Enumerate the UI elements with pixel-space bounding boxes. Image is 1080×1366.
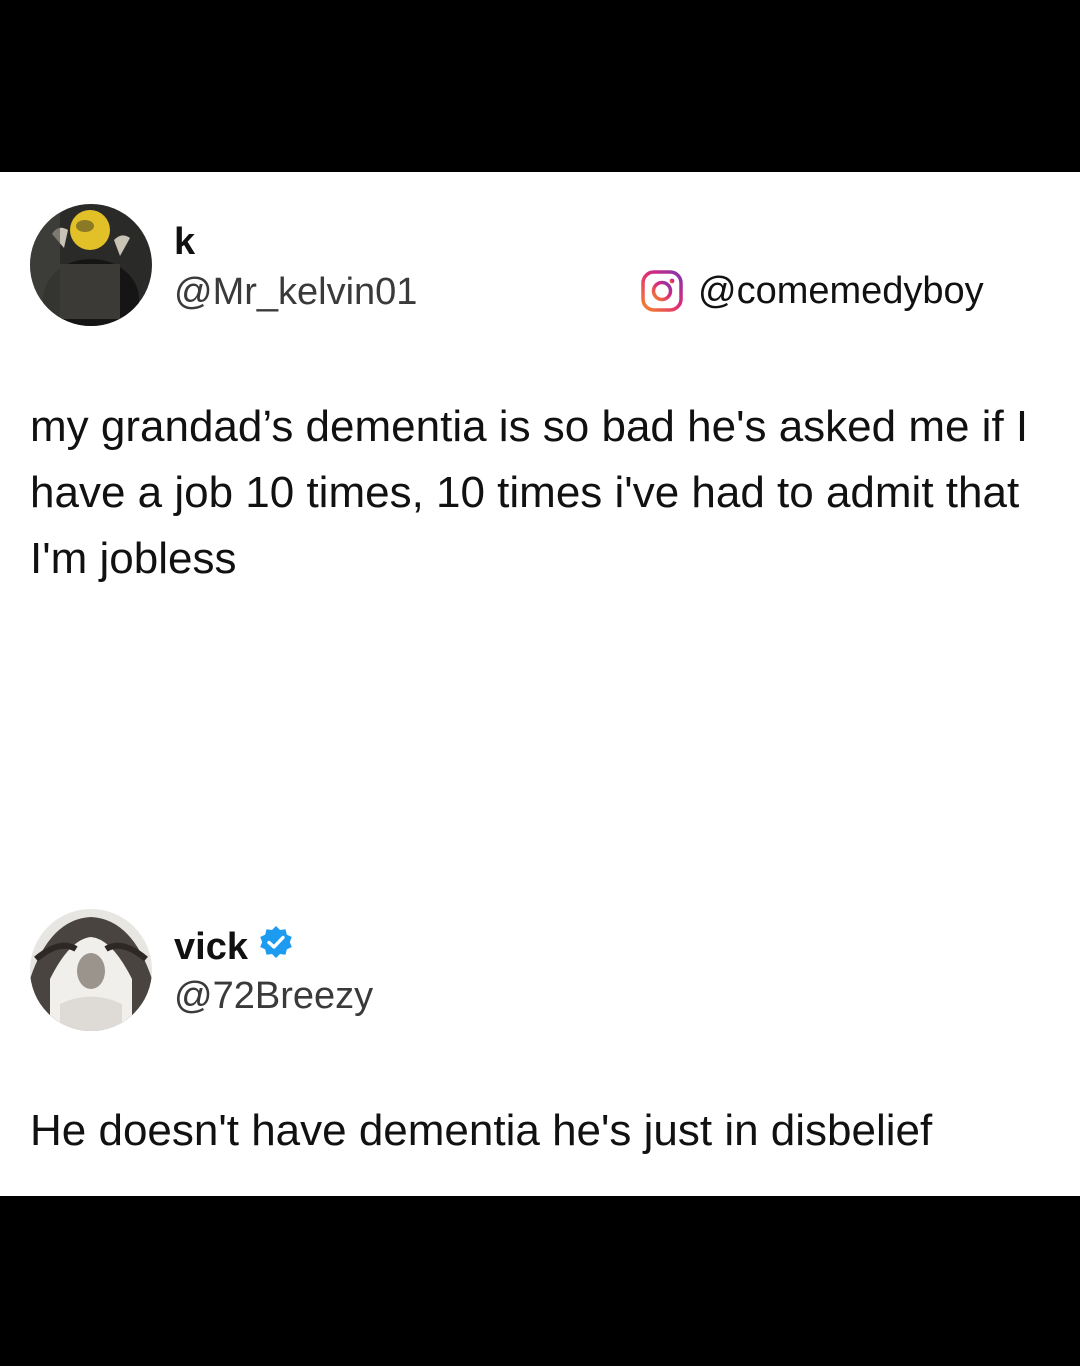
watermark-credit: @comemedyboy — [640, 269, 984, 313]
verified-badge-icon — [258, 924, 294, 970]
reply-name-row: vick — [174, 924, 294, 970]
user-handle[interactable]: @72Breezy — [174, 974, 373, 1018]
reply-text: He doesn't have dementia he's just in di… — [30, 1106, 933, 1155]
avatar-k-image — [30, 204, 152, 326]
instagram-icon — [641, 270, 683, 312]
display-name[interactable]: vick — [174, 925, 248, 969]
user-handle[interactable]: @Mr_kelvin01 — [174, 270, 417, 314]
watermark-handle: @comemedyboy — [698, 270, 984, 312]
avatar[interactable] — [30, 909, 152, 1031]
avatar[interactable] — [30, 204, 152, 326]
display-name[interactable]: k — [174, 220, 195, 264]
top-letterbox — [0, 0, 1080, 172]
tweet-text: my grandad’s dementia is so bad he's ask… — [30, 402, 1029, 583]
bottom-letterbox — [0, 1196, 1080, 1366]
post-card: k @Mr_kelvin01 @comemedyboy my grandad’s… — [0, 172, 1080, 1196]
avatar-vick-image — [30, 909, 152, 1031]
